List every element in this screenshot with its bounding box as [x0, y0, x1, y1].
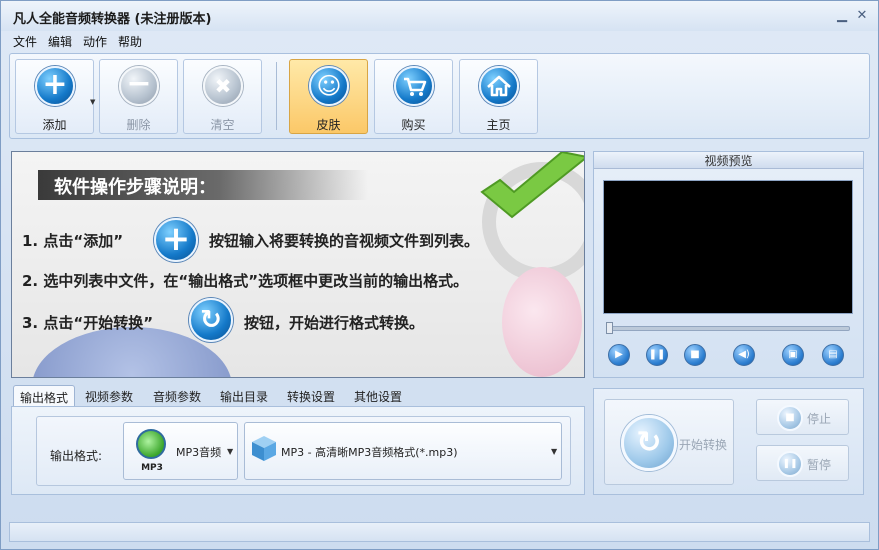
video-screen — [603, 180, 853, 314]
format-value: MP3 - 高清晰MP3音频格式(*.mp3) — [281, 446, 458, 459]
x-icon: ✖ — [203, 66, 243, 106]
shopping-cart-icon — [394, 66, 434, 106]
instruction-panel: 软件操作步骤说明： 1. 点击“添加” + 按钮输入将要转换的音视频文件到列表。… — [11, 151, 585, 378]
format-category-value: MP3音频 — [176, 446, 222, 459]
menu-action[interactable]: 动作 — [83, 33, 107, 50]
start-convert-label: 开始转换 — [679, 438, 728, 452]
add-label: 添加 — [42, 118, 67, 132]
delete-button[interactable]: − 删除 — [99, 59, 178, 134]
audio-format-icon — [252, 436, 276, 461]
output-format-label: 输出格式: — [50, 449, 103, 463]
stop-icon: ■ — [777, 405, 803, 431]
add-button[interactable]: + ▼ 添加 — [15, 59, 95, 134]
buy-button[interactable]: 购买 — [374, 59, 453, 134]
pause-label: 暂停 — [807, 458, 832, 472]
toolbar: + ▼ 添加 − 删除 ✖ 清空 ☺ 皮肤 购买 主页 — [9, 53, 870, 139]
add-circle-icon: + — [154, 218, 198, 262]
check-arrow-decoration — [480, 152, 584, 219]
mp3-icon-text: MP3 — [141, 463, 163, 473]
minimize-button[interactable]: ▁ — [833, 8, 851, 24]
tab-output-format[interactable]: 输出格式 — [13, 385, 76, 407]
menu-help[interactable]: 帮助 — [118, 33, 142, 50]
folder-icon[interactable]: ▤ — [822, 344, 844, 366]
output-format-panel: 输出格式: MP3 MP3音频 ▼ MP3 - 高清晰MP3音频格式(*.mp3… — [11, 406, 585, 495]
step1-text-b: 按钮输入将要转换的音视频文件到列表。 — [209, 232, 480, 250]
pause-icon: ❚❚ — [777, 451, 803, 477]
seek-handle[interactable] — [606, 322, 613, 334]
plus-icon: + — [35, 66, 75, 106]
tab-convert-settings[interactable]: 转换设置 — [281, 385, 341, 407]
minus-icon: − — [119, 66, 159, 106]
stop-button[interactable]: ■ 停止 — [756, 399, 849, 435]
tab-video-params[interactable]: 视频参数 — [79, 385, 139, 407]
start-convert-icon: ↻ — [189, 298, 233, 342]
menu-file[interactable]: 文件 — [13, 33, 37, 50]
guide-header: 软件操作步骤说明： — [38, 170, 368, 200]
delete-label: 删除 — [126, 118, 151, 132]
conversion-actions: ↻ 开始转换 ■ 停止 ❚❚ 暂停 — [593, 388, 864, 495]
output-format-group: 输出格式: MP3 MP3音频 ▼ MP3 - 高清晰MP3音频格式(*.mp3… — [36, 416, 571, 486]
home-icon — [479, 66, 519, 106]
mp3-icon: MP3 — [132, 427, 172, 477]
main-window: 凡人全能音频转换器 (未注册版本) ▁ ✕ 文件 编辑 动作 帮助 + ▼ 添加… — [0, 0, 879, 550]
dropdown-arrow-icon[interactable]: ▼ — [90, 98, 95, 106]
start-convert-button[interactable]: ↻ 开始转换 — [604, 399, 734, 485]
seek-bar[interactable] — [606, 326, 850, 331]
menu-edit[interactable]: 编辑 — [48, 33, 72, 50]
smiley-icon: ☺ — [309, 66, 349, 106]
play-icon[interactable]: ▶ — [608, 344, 630, 366]
status-bar — [9, 522, 870, 542]
clear-button[interactable]: ✖ 清空 — [183, 59, 262, 134]
snapshot-icon[interactable]: ▣ — [782, 344, 804, 366]
step2-text: 2. 选中列表中文件，在“输出格式”选项框中更改当前的输出格式。 — [22, 272, 469, 290]
preview-title: 视频预览 — [594, 152, 863, 169]
format-select[interactable]: MP3 - 高清晰MP3音频格式(*.mp3) ▼ — [244, 422, 562, 480]
step3-text-a: 3. 点击“开始转换” — [22, 314, 154, 332]
clear-label: 清空 — [210, 118, 235, 132]
chevron-down-icon: ▼ — [551, 447, 558, 456]
home-label: 主页 — [486, 118, 511, 132]
skin-label: 皮肤 — [316, 118, 341, 132]
refresh-arrow-icon: ↻ — [621, 415, 677, 471]
volume-icon[interactable]: ◀) — [733, 344, 755, 366]
format-category-select[interactable]: MP3 MP3音频 ▼ — [123, 422, 238, 480]
step1-text-a: 1. 点击“添加” — [22, 232, 124, 250]
tab-other-settings[interactable]: 其他设置 — [348, 385, 408, 407]
video-preview-panel: 视频预览 ▶ ❚❚ ■ ◀) ▣ ▤ — [593, 151, 864, 378]
step3-text-b: 按钮，开始进行格式转换。 — [244, 314, 425, 332]
pause-icon[interactable]: ❚❚ — [646, 344, 668, 366]
window-title: 凡人全能音频转换器 (未注册版本) — [13, 12, 212, 27]
home-button[interactable]: 主页 — [459, 59, 538, 134]
stop-icon[interactable]: ■ — [684, 344, 706, 366]
skin-button[interactable]: ☺ 皮肤 — [289, 59, 368, 134]
guide-title: 软件操作步骤说明： — [54, 177, 216, 198]
stop-label: 停止 — [807, 412, 832, 426]
buy-label: 购买 — [401, 118, 426, 132]
pause-button[interactable]: ❚❚ 暂停 — [756, 445, 849, 481]
tab-audio-params[interactable]: 音频参数 — [147, 385, 207, 407]
toolbar-separator — [276, 62, 277, 130]
menu-bar: 文件 编辑 动作 帮助 — [1, 31, 878, 53]
close-button[interactable]: ✕ — [853, 8, 871, 24]
headphone-cup-decoration — [502, 267, 582, 377]
chevron-down-icon: ▼ — [227, 447, 234, 456]
tab-output-dir[interactable]: 输出目录 — [214, 385, 274, 407]
title-bar: 凡人全能音频转换器 (未注册版本) ▁ ✕ — [1, 1, 878, 31]
